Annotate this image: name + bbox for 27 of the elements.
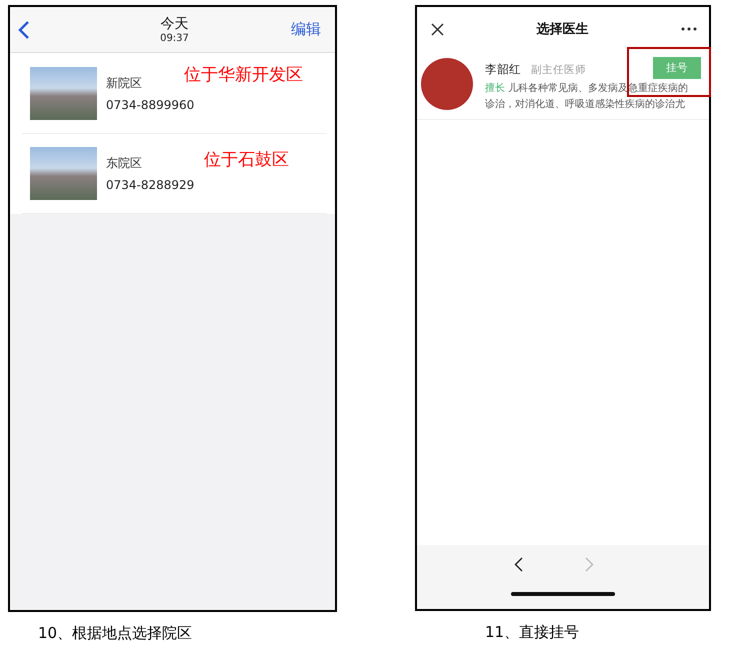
back-chevron-icon [18, 20, 30, 40]
annotation-text: 位于华新开发区 [184, 64, 303, 86]
close-button[interactable] [431, 22, 444, 36]
phone-number: 0734-8899960 [106, 98, 194, 112]
figure-caption: 10、根据地点选择院区 [38, 624, 192, 643]
screen-title: 今天 [160, 15, 188, 33]
campus-item[interactable]: 新院区 0734-8899960 位于华新开发区 [22, 53, 327, 134]
campus-name: 东院区 [106, 155, 143, 172]
edit-button[interactable]: 编辑 [290, 20, 321, 39]
more-button[interactable] [681, 27, 697, 31]
campus-item[interactable]: 东院区 0734-8288929 位于石鼓区 [22, 134, 327, 214]
doctor-name: 李韶红 [485, 62, 521, 77]
back-button[interactable] [514, 557, 523, 572]
screen-title: 选择医生 [536, 21, 588, 38]
photo-placeholder [30, 66, 97, 120]
avatar-placeholder [421, 58, 473, 110]
figure-caption: 11、直接挂号 [485, 623, 580, 642]
time-label: 09:37 [160, 33, 189, 44]
photo-placeholder [30, 147, 97, 200]
more-icon [681, 27, 697, 31]
doctor-title: 副主任医师 [531, 63, 586, 77]
close-icon [431, 22, 444, 36]
phone-number: 0734-8288929 [106, 178, 194, 192]
forward-chevron-icon [585, 557, 594, 572]
annotation-text: 位于石鼓区 [204, 149, 289, 171]
campus-name: 新院区 [106, 74, 143, 92]
back-chevron-icon [514, 557, 523, 572]
